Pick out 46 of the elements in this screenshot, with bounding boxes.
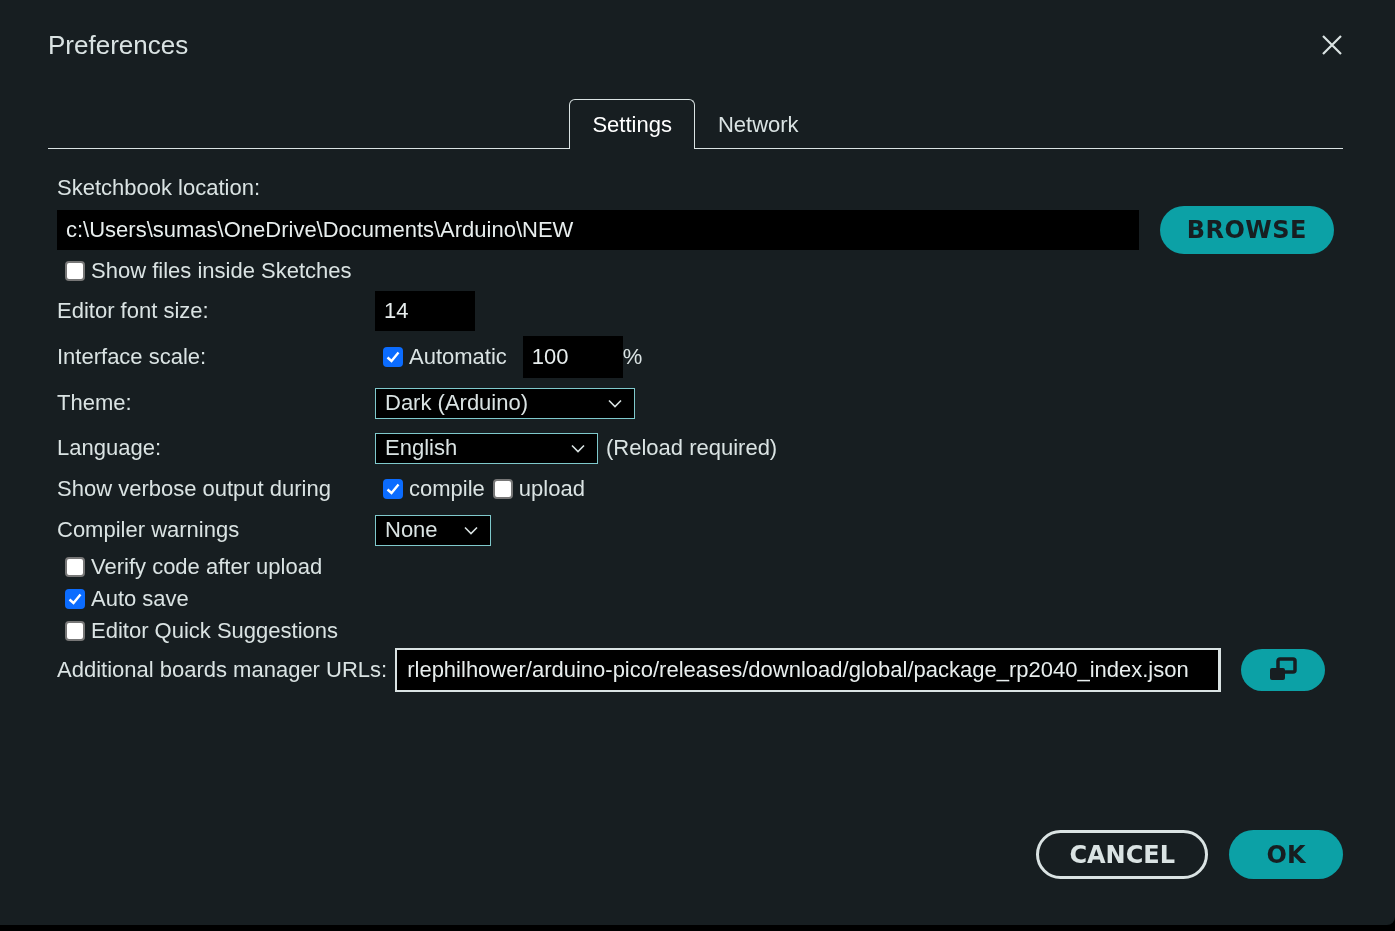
ok-button[interactable]: OK (1229, 830, 1343, 879)
note-text: (Reload required) (606, 435, 778, 461)
checkbox-label: compile (409, 476, 485, 502)
tab[interactable]: Settings (569, 99, 695, 149)
cancel-button[interactable]: CANCEL (1036, 830, 1208, 879)
dialog-title: Preferences (48, 29, 189, 61)
dropdown-value: English (385, 435, 458, 461)
checkbox[interactable] (383, 347, 403, 367)
checkbox-label: Show files inside Sketches (91, 258, 352, 284)
dropdown-value: None (385, 517, 438, 543)
dropdown[interactable]: Dark (Arduino) (375, 387, 635, 419)
chevron-down-icon (608, 398, 622, 408)
checkbox-label: Verify code after upload (91, 554, 323, 580)
number-field[interactable]: 14 (375, 291, 475, 331)
checkbox[interactable] (65, 621, 85, 641)
field-label: Show verbose output during (57, 476, 332, 502)
windows-icon (1268, 657, 1299, 683)
field-label: Compiler warnings (57, 517, 241, 543)
checkbox[interactable] (383, 479, 403, 499)
checkbox[interactable] (492, 479, 513, 499)
close-icon[interactable] (1321, 34, 1343, 56)
unit-label: % (622, 344, 643, 370)
field-label: Theme: (57, 390, 133, 416)
checkbox-label: Auto save (91, 586, 189, 612)
browse-button[interactable]: BROWSE (1159, 206, 1334, 254)
checkbox[interactable] (65, 261, 85, 281)
checkbox-label: Editor Quick Suggestions (91, 618, 339, 644)
chevron-down-icon (464, 525, 478, 535)
path-field[interactable]: c:\Users\sumas\OneDrive\Documents\Arduino\NEW (57, 210, 1139, 250)
dropdown[interactable]: English (375, 432, 598, 464)
chevron-down-icon (571, 443, 585, 453)
field-label: Sketchbook location: (57, 175, 262, 201)
checkbox[interactable] (65, 557, 85, 577)
checkbox[interactable] (65, 589, 85, 609)
field-label: Language: (57, 435, 162, 461)
checkbox-label: upload (518, 476, 585, 502)
checkbox-label: Automatic (409, 344, 507, 370)
dropdown[interactable]: None (375, 514, 491, 546)
field-label: Editor font size: (57, 298, 210, 324)
field-label: Interface scale: (57, 344, 208, 370)
number-field[interactable]: 100 (522, 336, 623, 378)
url-field[interactable]: rlephilhower/arduino-pico/releases/download/global/package_rp2040_index.json (395, 648, 1222, 692)
field-label: Additional boards manager URLs: (57, 657, 388, 683)
dropdown-value: Dark (Arduino) (385, 390, 529, 416)
tab[interactable]: Network (694, 99, 822, 149)
edit-urls-button[interactable] (1241, 649, 1326, 691)
